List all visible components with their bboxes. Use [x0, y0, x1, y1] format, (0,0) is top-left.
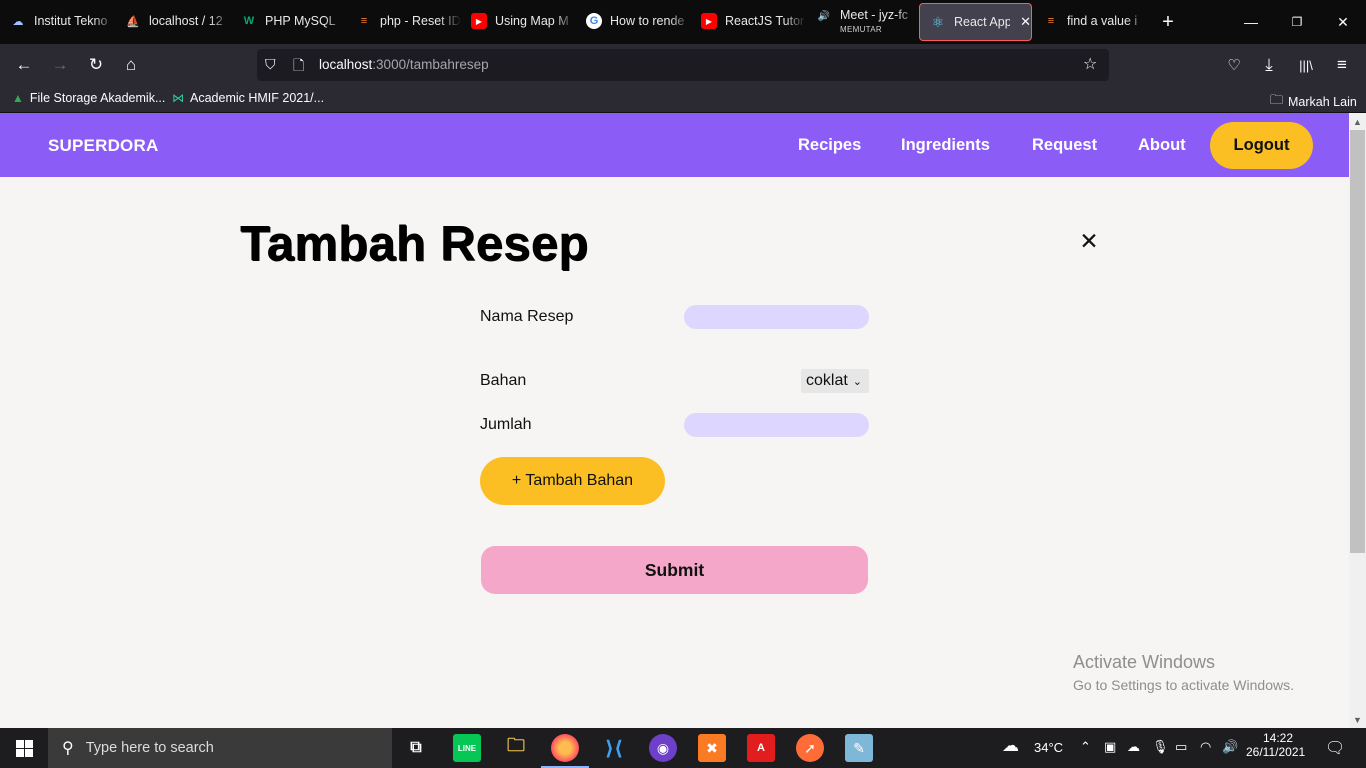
google-drive-icon: ▲ — [12, 91, 24, 105]
app-header: SUPERDORA Recipes Ingredients Request Ab… — [0, 113, 1349, 177]
activate-windows-watermark: Activate Windows Go to Settings to activ… — [1073, 652, 1294, 693]
bahan-select[interactable]: coklat ⌄ — [801, 369, 869, 393]
reload-icon[interactable]: ↻ — [84, 53, 108, 77]
brand-logo[interactable]: SUPERDORA — [48, 136, 158, 156]
close-window-icon[interactable]: ✕ — [1320, 0, 1366, 44]
phpmyadmin-tab-icon: ⛵ — [126, 15, 140, 28]
scrollbar-thumb[interactable] — [1350, 130, 1365, 553]
tray-expand-icon[interactable]: ⌃ — [1080, 739, 1091, 755]
menu-icon[interactable]: ≡ — [1330, 53, 1354, 77]
windows-start-icon[interactable] — [0, 728, 48, 768]
battery-icon[interactable]: ▭ — [1175, 739, 1187, 755]
taskbar-search[interactable]: ⚲ Type here to search — [48, 728, 392, 768]
task-view-icon[interactable]: ⧉ — [402, 734, 430, 762]
stackoverflow-tab-icon: ≡ — [1047, 15, 1055, 27]
jumlah-label: Jumlah — [480, 416, 532, 433]
other-bookmarks[interactable]: 🗀 Markah Lain — [1270, 91, 1357, 113]
forward-icon[interactable]: → — [48, 53, 72, 77]
google-tab-icon: G — [586, 13, 602, 29]
search-icon: ⚲ — [62, 740, 74, 757]
notification-icon[interactable]: 🗨 — [1325, 738, 1345, 758]
back-icon[interactable]: ← — [12, 53, 36, 77]
submit-button[interactable]: Submit — [481, 546, 868, 594]
url-bar[interactable]: ⛉ 🗋 localhost:3000/tambahresep ☆ — [257, 49, 1109, 81]
folder-icon: 🗀 — [1270, 92, 1284, 107]
weather-icon[interactable]: ☁ — [1002, 736, 1019, 756]
bookmark-item[interactable]: ⋈ Academic HMIF 2021/... — [172, 91, 324, 105]
scroll-down-icon[interactable]: ▼ — [1349, 711, 1366, 728]
meet-tab-icon: 🔊 — [817, 10, 831, 22]
browser-toolbar: ← → ↻ ⌂ ⛉ 🗋 localhost:3000/tambahresep ☆… — [0, 44, 1366, 86]
close-tab-icon[interactable]: ✕ — [1020, 14, 1031, 30]
browser-tab[interactable]: ☁ Institut Tekno — [0, 2, 115, 40]
home-icon[interactable]: ⌂ — [119, 53, 143, 77]
youtube-tab-icon: ▶ — [701, 13, 717, 29]
shield-icon[interactable]: ⛉ — [265, 56, 276, 73]
page-icon: 🗋 — [293, 57, 305, 73]
add-bahan-button[interactable]: + Tambah Bahan — [480, 457, 665, 505]
microphone-icon[interactable]: 🎙 — [1152, 739, 1169, 755]
stackoverflow-tab-icon: ≡ — [360, 15, 368, 27]
hmif-icon: ⋈ — [172, 91, 184, 105]
browser-tab-strip: ☁ Institut Tekno ⛵ localhost / 12 W PHP … — [0, 0, 1366, 44]
page-scrollbar[interactable]: ▲ ▼ — [1349, 113, 1366, 728]
browser-tab[interactable]: ▶ Using Map M — [461, 2, 576, 40]
clock[interactable]: 14:22 26/11/2021 — [1246, 731, 1305, 759]
windows-taskbar: ⚲ Type here to search ⧉ LINE 🗀 ⟩⟨ ◉ ✖ A … — [0, 728, 1366, 768]
bookmark-star-icon[interactable]: ☆ — [1083, 54, 1097, 74]
github-desktop-icon[interactable]: ◉ — [649, 734, 677, 762]
scroll-up-icon[interactable]: ▲ — [1349, 113, 1366, 130]
nav-about[interactable]: About — [1138, 136, 1186, 155]
notepad-icon[interactable]: ✎ — [845, 734, 873, 762]
xampp-icon[interactable]: ✖ — [698, 734, 726, 762]
cloud-tab-icon: ☁ — [12, 15, 24, 28]
wifi-icon[interactable]: ◠ — [1200, 739, 1211, 755]
browser-tab[interactable]: ≡ find a value i — [1033, 2, 1148, 40]
minimize-icon[interactable]: — — [1228, 0, 1274, 44]
browser-tab[interactable]: G How to rende — [576, 2, 691, 40]
nav-request[interactable]: Request — [1032, 136, 1097, 155]
logout-button[interactable]: Logout — [1210, 122, 1313, 169]
url-text[interactable]: localhost:3000/tambahresep — [319, 57, 489, 72]
browser-tab[interactable]: W PHP MySQL — [231, 2, 346, 40]
pocket-icon[interactable]: ♡ — [1222, 53, 1246, 77]
page-title: Tambah Resep — [240, 217, 589, 271]
new-tab-icon[interactable]: + — [1145, 0, 1191, 44]
bahan-label: Bahan — [480, 372, 527, 389]
react-tab-icon: ⚛ — [931, 13, 945, 30]
nav-recipes[interactable]: Recipes — [798, 136, 861, 155]
restore-icon[interactable]: ❐ — [1274, 0, 1320, 44]
firefox-icon[interactable] — [551, 734, 579, 762]
browser-tab[interactable]: ⛵ localhost / 12 — [115, 2, 231, 40]
onedrive-icon[interactable]: ☁ — [1127, 739, 1140, 755]
nama-resep-label: Nama Resep — [480, 308, 574, 325]
vscode-icon[interactable]: ⟩⟨ — [600, 734, 628, 762]
acrobat-icon[interactable]: A — [747, 734, 775, 762]
browser-tab[interactable]: ▶ ReactJS Tutor — [691, 2, 806, 40]
meet-now-icon[interactable]: ▣ — [1104, 739, 1116, 755]
bookmark-item[interactable]: ▲ File Storage Akademik... — [12, 91, 165, 105]
close-icon[interactable]: ✕ — [1076, 228, 1102, 254]
jumlah-input[interactable] — [684, 413, 869, 437]
bookmarks-bar: ▲ File Storage Akademik... ⋈ Academic HM… — [0, 86, 1366, 113]
nama-resep-input[interactable] — [684, 305, 869, 329]
line-app-icon[interactable]: LINE — [453, 734, 481, 762]
temperature-text[interactable]: 34°C — [1034, 740, 1063, 755]
nav-ingredients[interactable]: Ingredients — [901, 136, 990, 155]
file-explorer-icon[interactable]: 🗀 — [502, 734, 530, 762]
download-icon[interactable]: ⤓ — [1257, 53, 1281, 77]
library-icon[interactable]: |||\ — [1294, 53, 1318, 77]
browser-tab[interactable]: 🔊 Meet - jyz-fc MEMUTAR — [806, 2, 918, 40]
browser-tab-active[interactable]: ⚛ React App ✕ — [919, 3, 1032, 41]
postman-icon[interactable]: ➚ — [796, 734, 824, 762]
w3schools-tab-icon: W — [243, 15, 255, 27]
youtube-tab-icon: ▶ — [471, 13, 487, 29]
volume-icon[interactable]: 🔊 — [1222, 739, 1238, 755]
chevron-down-icon: ⌄ — [852, 375, 863, 388]
browser-tab[interactable]: ≡ php - Reset ID — [346, 2, 461, 40]
